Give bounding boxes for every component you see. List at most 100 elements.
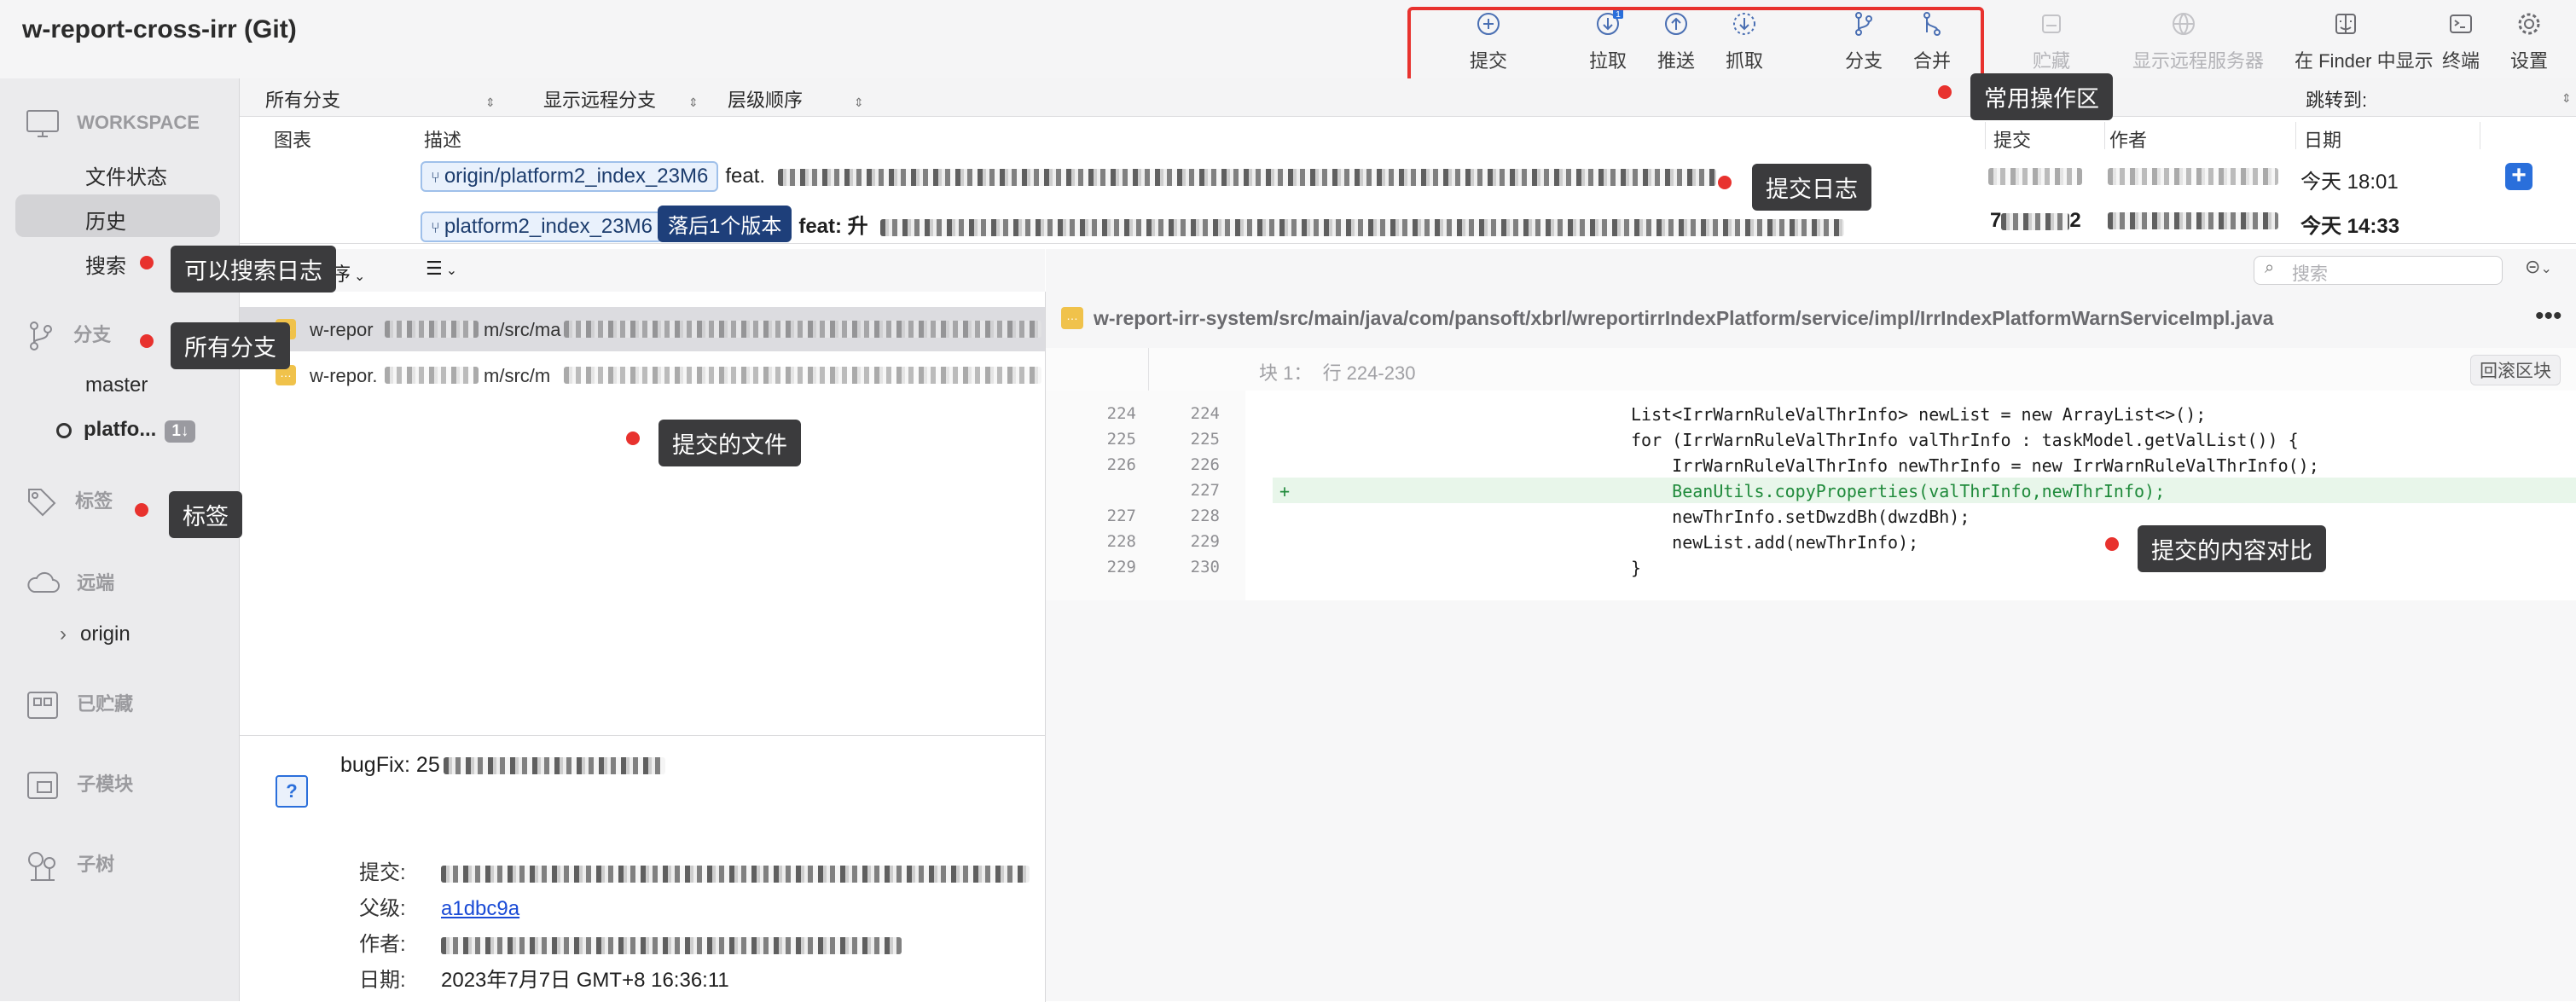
stash-button[interactable]: 贮藏: [2005, 7, 2098, 73]
redacted-commit-hash: [441, 865, 1030, 883]
remote-branch-tag-label: origin/platform2_index_23M6: [444, 165, 709, 188]
show-remote-button-label: 显示远程服务器: [2132, 50, 2265, 72]
file-list-toolbar: 排序⌄ ☰⌄: [240, 249, 1045, 292]
detail-date-row: 日期: 2023年7月7日 GMT+8 16:36:11: [359, 963, 729, 993]
stash-icon: [27, 692, 58, 720]
diff-line: 229 230 }: [1046, 554, 2576, 580]
new-line-number: 226: [1190, 455, 1220, 474]
sidebar-submodules-header[interactable]: 子模块: [26, 769, 133, 801]
sidebar-remotes-header[interactable]: 远端: [26, 568, 114, 597]
remote-filter-select[interactable]: 显示远程分支 ⇕: [543, 85, 699, 113]
window-title: w-report-cross-irr (Git): [22, 15, 297, 43]
updown-chevron-icon[interactable]: ⇕: [2551, 85, 2572, 107]
branch-icon: ⑂: [431, 219, 444, 236]
redacted-commit-hash: [2001, 212, 2070, 230]
view-mode-dropdown[interactable]: ☰ ⌄: [426, 258, 457, 280]
settings-button[interactable]: 设置: [2482, 7, 2576, 73]
detail-parent-label: 父级:: [359, 897, 406, 920]
show-in-finder-button[interactable]: 在 Finder 中显示: [2295, 7, 2434, 73]
annotation-dot: [135, 503, 148, 517]
column-divider[interactable]: [2295, 122, 2296, 149]
sidebar-tags-label: 标签: [75, 490, 113, 512]
file-row[interactable]: … w-repor. m/src/m: [240, 353, 1045, 397]
sidebar-branch-current[interactable]: platfo... 1↓: [56, 418, 196, 443]
show-remote-button[interactable]: 显示远程服务器: [2132, 7, 2265, 73]
code-text: IrrWarnRuleValThrInfo newThrInfo = new I…: [1631, 455, 2319, 476]
branch-filter-select[interactable]: 所有分支 ⇕: [265, 85, 496, 113]
commit-date: 今天 18:01: [2300, 171, 2399, 194]
detail-date-value: 2023年7月7日 GMT+8 16:36:11: [441, 969, 729, 992]
annotation-branches-callout: 所有分支: [171, 322, 290, 369]
new-line-number: 224: [1190, 404, 1220, 423]
redacted-text: [385, 321, 479, 338]
remote-branch-tag[interactable]: ⑂ origin/platform2_index_23M6: [421, 161, 719, 192]
column-header-author[interactable]: 作者: [2109, 125, 2147, 153]
order-filter-select[interactable]: 层级顺序 ⇕: [728, 85, 864, 113]
commit-subject-text: bugFix: 25: [340, 753, 440, 777]
commit-hash: 72: [1990, 209, 2081, 233]
redacted-text: [385, 367, 479, 384]
search-input[interactable]: ⌕ 搜索: [2254, 256, 2503, 285]
redacted-author: [441, 936, 902, 954]
more-options-button[interactable]: ⊝⌄: [2525, 256, 2552, 278]
diff-line-added: 227 + BeanUtils.copyProperties(valThrInf…: [1046, 478, 2576, 503]
new-line-number: 225: [1190, 430, 1220, 449]
commit-subject: bugFix: 25: [340, 753, 665, 778]
column-divider[interactable]: [2104, 122, 2105, 149]
title-bar: w-report-cross-irr (Git) 提交 1 拉取 推送 抓取 分…: [0, 0, 2576, 79]
sidebar-workspace-label: WORKSPACE: [77, 111, 200, 133]
file-row-selected[interactable]: … w-repor m/src/ma: [240, 307, 1045, 351]
annotation-diff-callout: 提交的内容对比: [2138, 525, 2326, 572]
commit-row-selected[interactable]: ⑂ platform2_index_23M6 落后1个版本 feat: 升 72 今…: [240, 199, 2576, 244]
sidebar-stashes-header[interactable]: 已贮藏: [26, 689, 133, 721]
sidebar-item-history[interactable]: 历史: [85, 205, 126, 235]
new-line-number: 228: [1190, 507, 1220, 525]
updown-chevron-icon: ⇕: [854, 96, 864, 109]
sidebar-item-search[interactable]: 搜索: [85, 249, 126, 279]
parent-commit-link[interactable]: a1dbc9a: [441, 897, 519, 920]
sidebar-branch-master[interactable]: master: [85, 374, 148, 397]
commit-hash-suffix: 2: [2069, 209, 2081, 232]
annotation-dot: [140, 334, 154, 348]
old-line-number: 227: [1106, 507, 1136, 525]
more-options-icon[interactable]: •••: [2535, 302, 2562, 331]
revert-hunk-button[interactable]: 回滚区块: [2470, 355, 2561, 385]
column-header-description[interactable]: 描述: [424, 125, 461, 153]
commit-date: 今天 14:33: [2300, 215, 2400, 238]
column-header-date[interactable]: 日期: [2304, 125, 2341, 153]
old-line-number: 228: [1106, 532, 1136, 551]
column-divider[interactable]: [1985, 122, 1986, 149]
add-button[interactable]: +: [2505, 163, 2532, 190]
local-branch-tag[interactable]: ⑂ platform2_index_23M6: [421, 211, 663, 242]
commit-row[interactable]: ⑂ origin/platform2_index_23M6 feat. 今天 18…: [240, 154, 2576, 199]
diff-line: 225 225 for (IrrWarnRuleValThrInfo valTh…: [1046, 426, 2576, 452]
gear-icon: [2518, 13, 2540, 35]
annotation-dot: [140, 256, 154, 269]
diff-hunk-header: 块 1： 行 224-230 回滚区块: [1046, 348, 2576, 391]
sidebar-subtrees-header[interactable]: 子树: [26, 849, 114, 882]
sidebar-subtrees-label: 子树: [77, 854, 115, 875]
branch-icon: [30, 321, 52, 350]
annotation-search-callout: 可以搜索日志: [171, 246, 336, 292]
sidebar-item-file-status[interactable]: 文件状态: [85, 160, 167, 190]
detail-date-label: 日期:: [359, 969, 406, 992]
column-header-graph[interactable]: 图表: [274, 125, 311, 153]
behind-status-tag: 落后1个版本: [657, 206, 792, 242]
annotation-commit-log-callout: 提交日志: [1752, 164, 1871, 211]
finder-icon: [2335, 14, 2356, 34]
gutter-divider: [1148, 348, 1149, 391]
detail-commit-row: 提交:: [359, 855, 1030, 885]
order-filter-value: 层级顺序: [728, 90, 804, 111]
diff-line: 224 224 List<IrrWarnRuleValThrInfo> newL…: [1046, 401, 2576, 426]
sidebar-remote-origin[interactable]: › origin: [60, 623, 131, 646]
sidebar-branches-header[interactable]: 分支: [26, 319, 111, 353]
filter-bar: 所有分支 ⇕ 显示远程分支 ⇕ 层级顺序 ⇕ 跳转到: ⇕: [240, 78, 2576, 117]
plus-icon: +: [1279, 481, 1291, 501]
modified-file-icon: …: [1061, 307, 1083, 329]
submodule-icon: [27, 772, 58, 800]
list-icon: ☰: [426, 258, 443, 279]
file-path-start: w-repor.: [310, 365, 378, 386]
terminal-icon: [2450, 14, 2472, 33]
column-header-commit[interactable]: 提交: [1993, 125, 2031, 153]
sidebar-tags-header[interactable]: 标签: [26, 486, 113, 518]
